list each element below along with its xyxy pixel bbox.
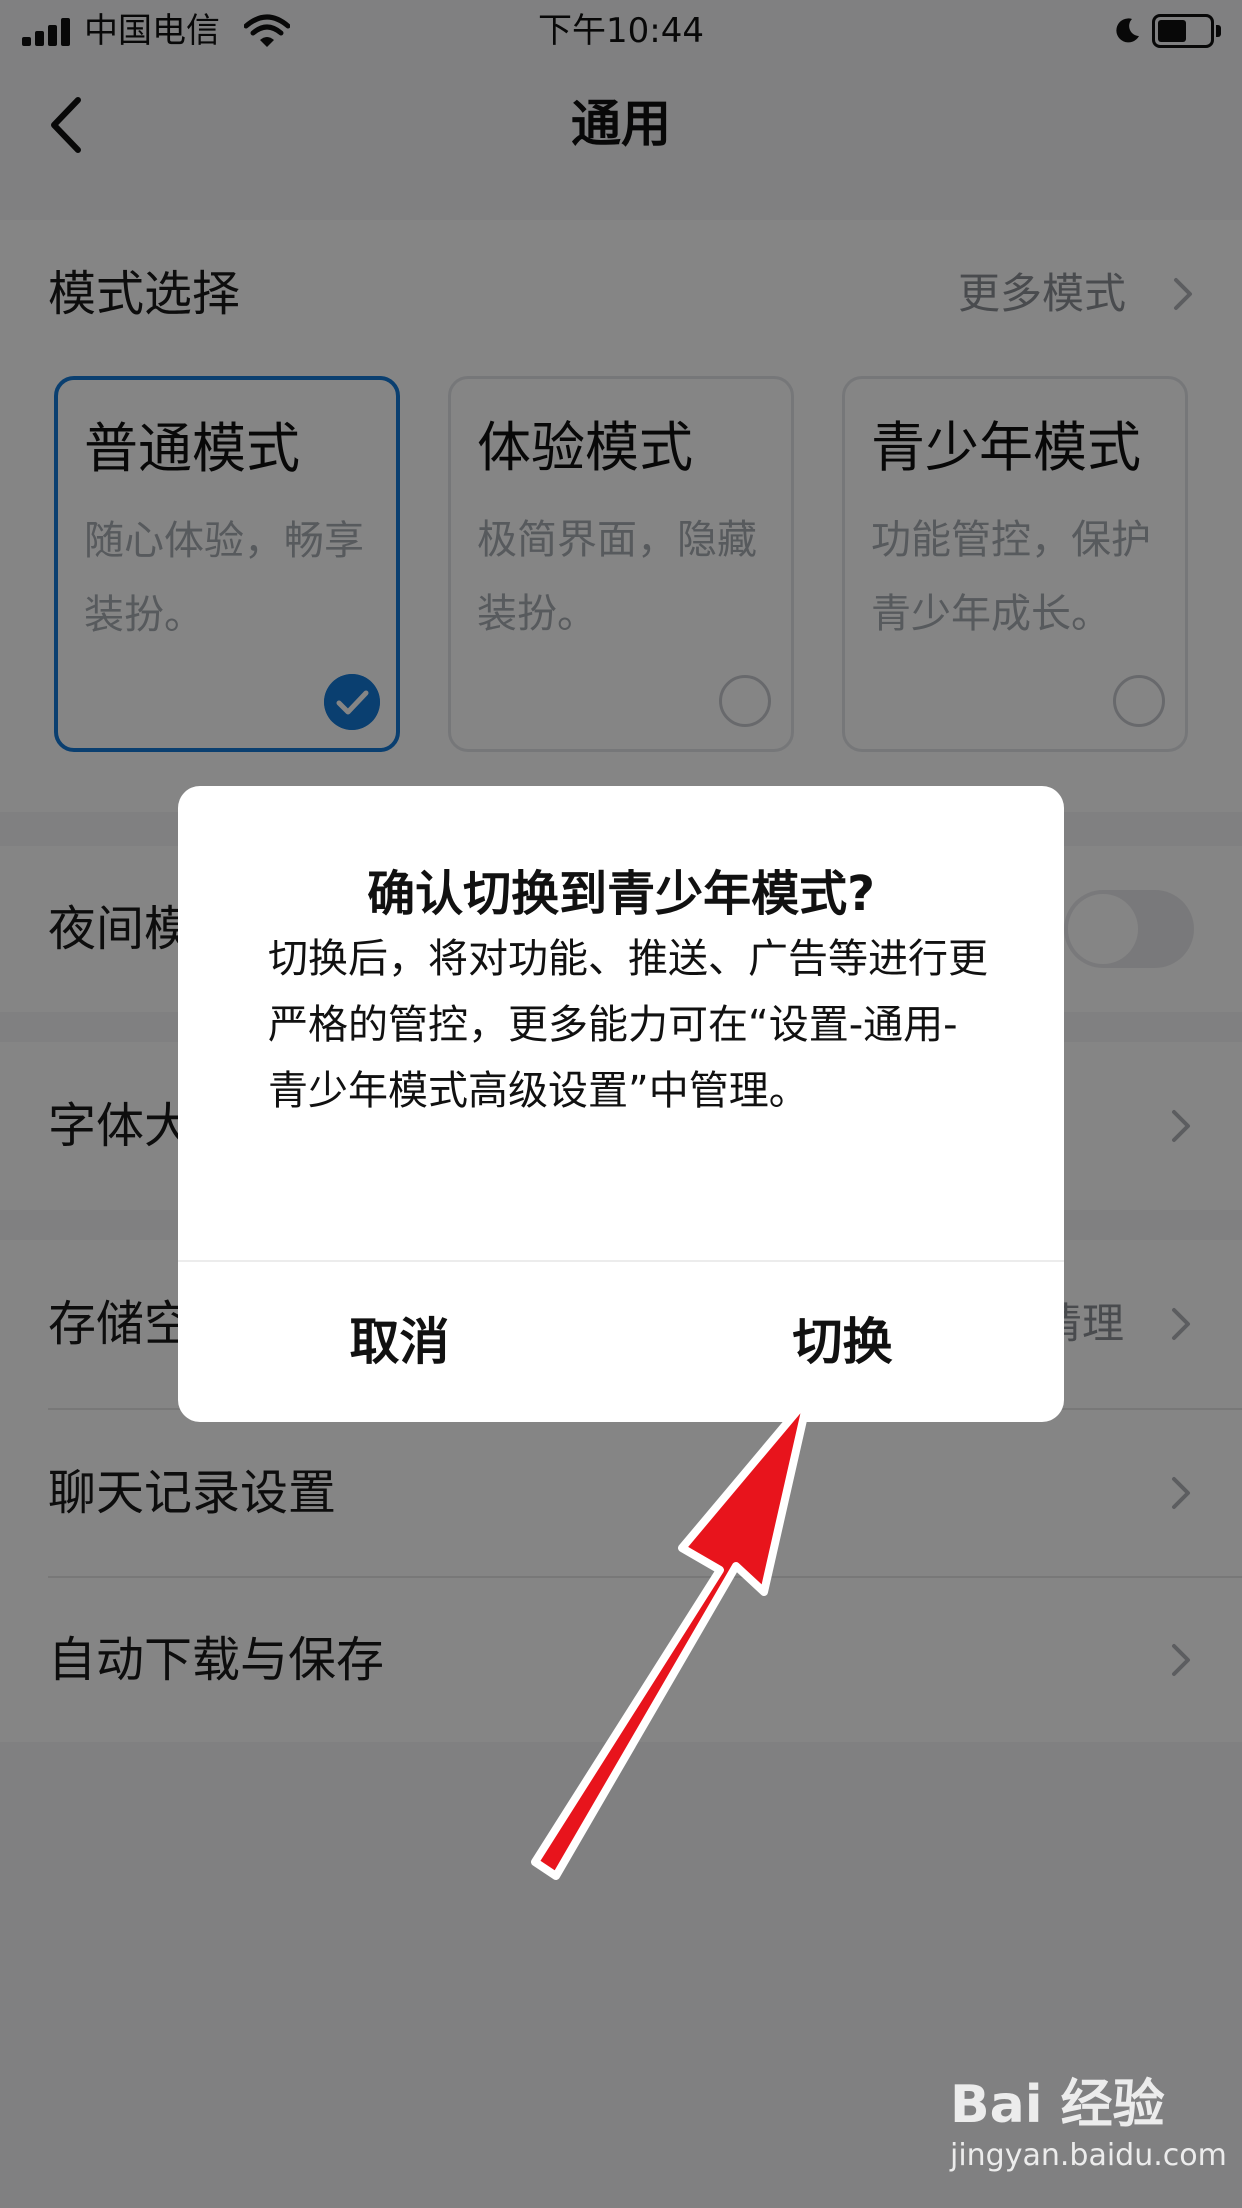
dialog-title: 确认切换到青少年模式? bbox=[367, 866, 875, 922]
switch-button[interactable]: 切换 bbox=[621, 1262, 1064, 1422]
watermark-url: jingyan.baidu.com bbox=[950, 2138, 1227, 2173]
cancel-button[interactable]: 取消 bbox=[178, 1262, 621, 1422]
watermark: Bai 经验 jingyan.baidu.com bbox=[950, 2070, 1227, 2190]
confirm-dialog: 确认切换到青少年模式? 切换后，将对功能、推送、广告等进行更严格的管控，更多能力… bbox=[178, 786, 1064, 1422]
dialog-message: 切换后，将对功能、推送、广告等进行更严格的管控，更多能力可在“设置-通用-青少年… bbox=[268, 936, 988, 1114]
watermark-logo: Bai 经验 bbox=[950, 2075, 1165, 2135]
